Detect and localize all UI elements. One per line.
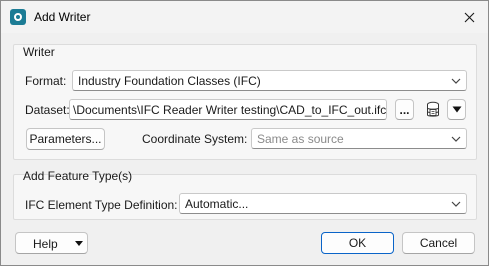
- triangle-down-icon: [75, 241, 83, 246]
- window-title: Add Writer: [34, 10, 91, 24]
- coordinate-system-label: Coordinate System:: [142, 132, 248, 146]
- cancel-button[interactable]: Cancel: [402, 232, 475, 254]
- parameters-button[interactable]: Parameters...: [26, 128, 105, 150]
- close-button[interactable]: [456, 5, 482, 29]
- dataset-field[interactable]: \Documents\IFC Reader Writer testing\CAD…: [69, 99, 387, 120]
- close-icon: [464, 12, 474, 22]
- feature-type-group-title: Add Feature Type(s): [23, 169, 133, 183]
- dataset-options-button[interactable]: [447, 99, 466, 120]
- chevron-down-icon: [451, 201, 461, 207]
- dataset-value: \Documents\IFC Reader Writer testing\CAD…: [73, 103, 387, 117]
- element-type-value: Automatic...: [185, 197, 249, 211]
- format-select[interactable]: Industry Foundation Classes (IFC): [72, 70, 467, 91]
- help-button[interactable]: Help: [15, 232, 88, 254]
- format-label: Format:: [25, 74, 67, 88]
- element-type-select[interactable]: Automatic...: [179, 193, 467, 214]
- dataset-label: Dataset:: [25, 103, 70, 117]
- chevron-down-icon: [451, 136, 461, 142]
- coordinate-system-value: Same as source: [257, 132, 344, 146]
- browse-button[interactable]: ...: [395, 99, 414, 120]
- element-type-label: IFC Element Type Definition:: [25, 198, 178, 212]
- format-value: Industry Foundation Classes (IFC): [78, 74, 261, 88]
- database-button[interactable]: [424, 99, 442, 120]
- ok-button[interactable]: OK: [321, 232, 394, 254]
- coordinate-system-select[interactable]: Same as source: [251, 128, 467, 149]
- triangle-down-icon: [452, 106, 461, 113]
- title-bar: Add Writer: [1, 1, 488, 33]
- chevron-down-icon: [451, 78, 461, 84]
- writer-group-title: Writer: [23, 45, 55, 59]
- database-icon: [427, 101, 439, 117]
- fme-app-icon: [10, 9, 26, 25]
- add-writer-dialog: Add Writer Writer Format: Industry Found…: [0, 0, 489, 266]
